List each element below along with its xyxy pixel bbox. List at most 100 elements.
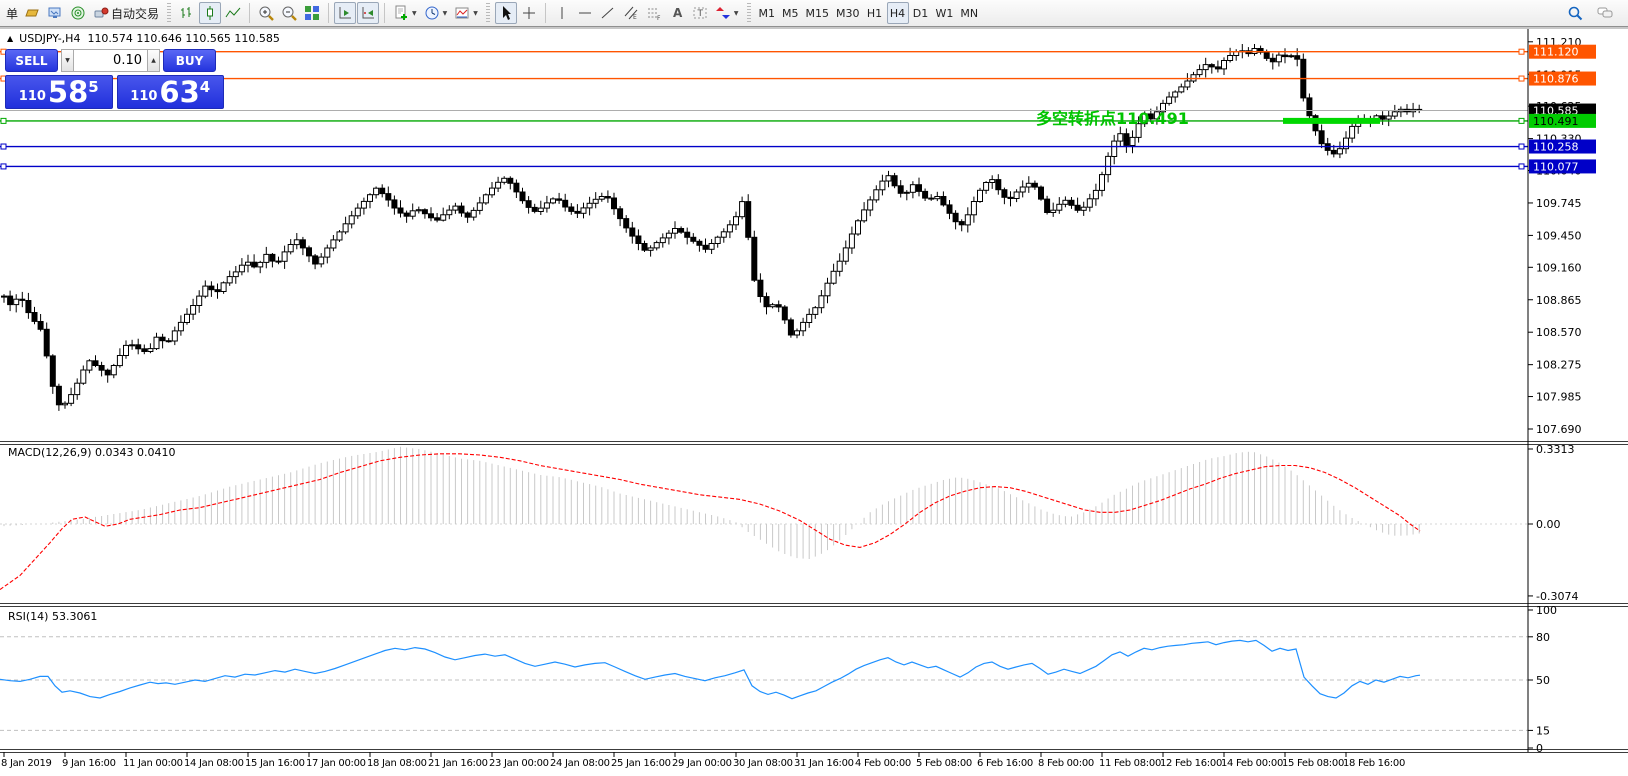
- candle-body: [752, 237, 757, 280]
- candle-body: [276, 261, 281, 262]
- chart-title: ▲ USDJPY-,H4 110.574 110.646 110.565 110…: [7, 32, 280, 45]
- line-handle[interactable]: [1519, 49, 1524, 54]
- horizontal-line-button[interactable]: [574, 2, 596, 24]
- fibonacci-button[interactable]: F: [643, 2, 665, 24]
- sell-big-figure: 110: [19, 89, 46, 104]
- support-highlight-bar[interactable]: [1283, 118, 1380, 124]
- rsi-axis-label: 100: [1536, 604, 1557, 617]
- auto-scroll-button[interactable]: [334, 2, 356, 24]
- buy-price-display[interactable]: 110 63 4: [117, 75, 225, 109]
- toolbar-grip[interactable]: [167, 3, 171, 23]
- sell-price-display[interactable]: 110 58 5: [5, 75, 113, 109]
- periods-button[interactable]: ▼: [421, 2, 451, 24]
- timeframe-m15[interactable]: M15: [803, 2, 833, 24]
- timeframe-h1[interactable]: H1: [864, 2, 886, 24]
- market-watch-button[interactable]: [44, 2, 66, 24]
- timeframe-d1[interactable]: D1: [910, 2, 932, 24]
- toolbar-grip[interactable]: [747, 3, 751, 23]
- candlestick-mode-button[interactable]: [199, 2, 221, 24]
- new-order-label: 单: [4, 5, 20, 22]
- y-axis-tick-label: 109.160: [1536, 261, 1582, 274]
- candle-body: [490, 188, 495, 195]
- timeframe-h4[interactable]: H4: [887, 2, 909, 24]
- arrows-button[interactable]: ▼: [712, 2, 742, 24]
- line-handle[interactable]: [1519, 76, 1524, 81]
- candle-body: [148, 349, 153, 352]
- candle-body: [581, 208, 586, 213]
- clock-icon: [424, 5, 440, 21]
- line-handle[interactable]: [1, 144, 6, 149]
- line-handle[interactable]: [1519, 164, 1524, 169]
- pivot-annotation-text[interactable]: 多空转折点110.491: [1036, 105, 1189, 129]
- candle-body: [1124, 134, 1129, 146]
- data-window-button[interactable]: [67, 2, 89, 24]
- candle-body: [32, 313, 37, 322]
- bar-chart-mode-button[interactable]: [176, 2, 198, 24]
- crosshair-button[interactable]: [518, 2, 540, 24]
- candle-body: [368, 195, 373, 202]
- timeframe-m30[interactable]: M30: [833, 2, 863, 24]
- cursor-button[interactable]: [495, 2, 517, 24]
- chart-shift-icon: [360, 5, 376, 21]
- trendline-button[interactable]: [597, 2, 619, 24]
- volume-increase-button[interactable]: ▲: [147, 49, 160, 72]
- candle-body: [612, 198, 617, 209]
- candle-body: [1045, 199, 1050, 212]
- vertical-line-button[interactable]: [551, 2, 573, 24]
- tile-windows-button[interactable]: [301, 2, 323, 24]
- candle-body: [233, 272, 238, 277]
- timeframe-w1[interactable]: W1: [933, 2, 957, 24]
- timeframe-m5[interactable]: M5: [779, 2, 802, 24]
- buy-button[interactable]: BUY: [163, 49, 216, 72]
- candle-body: [319, 257, 324, 264]
- templates-button[interactable]: ▼: [451, 2, 481, 24]
- candle-body: [666, 233, 671, 238]
- trade-panel-toggle-icon[interactable]: ▲: [7, 34, 13, 43]
- search-button[interactable]: [1564, 2, 1586, 24]
- zoom-out-button[interactable]: [278, 2, 300, 24]
- candle-body: [917, 185, 922, 192]
- candle-body: [1051, 210, 1056, 212]
- candle-body: [203, 286, 208, 296]
- candle-body: [160, 337, 165, 341]
- chart-profile-button[interactable]: [21, 2, 43, 24]
- line-handle[interactable]: [1, 118, 6, 123]
- chart-shift-button[interactable]: [357, 2, 379, 24]
- volume-decrease-button[interactable]: ▼: [61, 49, 74, 72]
- text-button[interactable]: A: [666, 2, 688, 24]
- candle-body: [93, 361, 98, 366]
- timeframe-mn[interactable]: MN: [957, 2, 981, 24]
- candle-body: [87, 361, 92, 370]
- candle-body: [99, 366, 104, 371]
- candlestick-icon: [202, 5, 218, 21]
- candle-body: [404, 213, 409, 216]
- toolbar-grip[interactable]: [486, 3, 490, 23]
- candle-body: [1270, 58, 1275, 62]
- timeframe-m1[interactable]: M1: [756, 2, 779, 24]
- line-chart-mode-button[interactable]: [222, 2, 244, 24]
- line-handle[interactable]: [1519, 118, 1524, 123]
- sell-button[interactable]: SELL: [5, 49, 58, 72]
- text-label-button[interactable]: T: [689, 2, 711, 24]
- candle-body: [288, 245, 293, 252]
- indicators-button[interactable]: ▼: [390, 2, 420, 24]
- candle-body: [136, 345, 141, 349]
- macd-panel: [0, 447, 1528, 590]
- chart-canvas[interactable]: 111.210110.915110.625110.330110.040109.7…: [0, 0, 1628, 776]
- toolbar: 单自动交易▼▼▼EFAT▼M1M5M15M30H1H4D1W1MN: [0, 0, 1628, 27]
- line-handle[interactable]: [1, 164, 6, 169]
- candle-body: [1380, 116, 1385, 119]
- candle-body: [648, 248, 653, 250]
- volume-input[interactable]: [74, 49, 147, 72]
- chat-button[interactable]: [1594, 2, 1616, 24]
- macd-indicator-label: MACD(12,26,9) 0.0343 0.0410: [8, 446, 176, 459]
- candle-body: [246, 262, 251, 265]
- vertical-line-icon: [554, 5, 570, 21]
- equidistant-channel-button[interactable]: E: [620, 2, 642, 24]
- candle-body: [691, 237, 696, 241]
- candle-body: [721, 232, 726, 237]
- zoom-in-button[interactable]: [255, 2, 277, 24]
- line-handle[interactable]: [1519, 144, 1524, 149]
- candle-body: [313, 256, 318, 264]
- auto-trading-button[interactable]: 自动交易: [90, 2, 162, 24]
